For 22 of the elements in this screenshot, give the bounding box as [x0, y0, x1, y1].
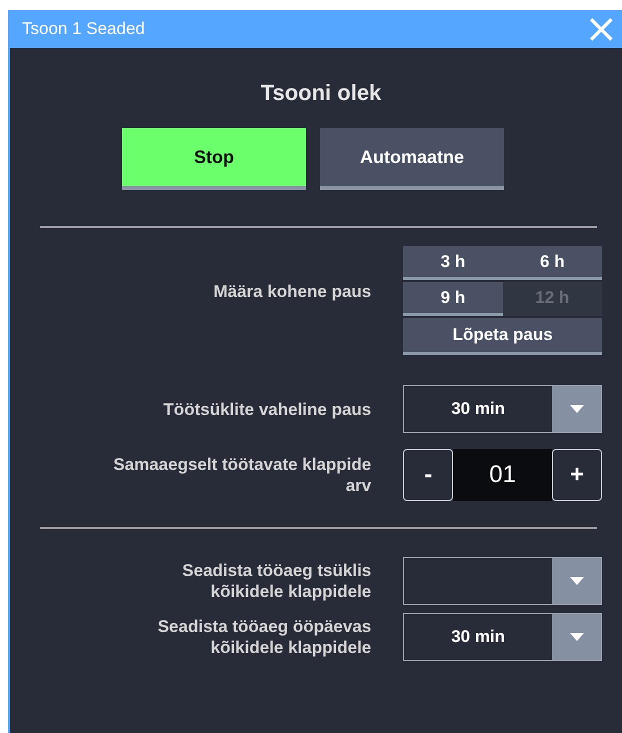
field-label: Seadista tööaeg tsüklis kõikidele klappidele [181, 560, 372, 602]
pause-option-button[interactable]: 9 h [403, 282, 503, 316]
caret-icon [570, 577, 584, 585]
caret-icon [570, 405, 584, 413]
mode-button[interactable]: Stop [122, 128, 306, 190]
increment-button[interactable]: + [552, 449, 602, 501]
dropdown[interactable]: 30 min [403, 613, 602, 661]
mode-button[interactable]: Automaatne [320, 128, 504, 190]
end-pause-button[interactable]: Lõpeta paus [403, 318, 602, 355]
field-label: Töötsüklite vaheline paus [162, 398, 372, 420]
dropdown[interactable]: 30 min [403, 385, 602, 433]
field-label: Samaaegselt töötavate klappide arv [112, 454, 372, 496]
section-heading: Tsooni olek [260, 80, 382, 106]
pause-option-button[interactable]: 6 h [502, 246, 602, 280]
field-label: Seadista tööaeg ööpäevas kõikidele klappidele [156, 616, 372, 658]
dropdown[interactable] [403, 557, 602, 605]
decrement-button[interactable]: - [403, 449, 454, 501]
window-title: Tsoon 1 Seaded [22, 19, 145, 39]
field-label: Määra kohene paus [212, 281, 372, 302]
number-field[interactable]: 01 [453, 449, 552, 501]
caret-icon [570, 633, 584, 641]
pause-option-button[interactable]: 3 h [403, 246, 503, 280]
